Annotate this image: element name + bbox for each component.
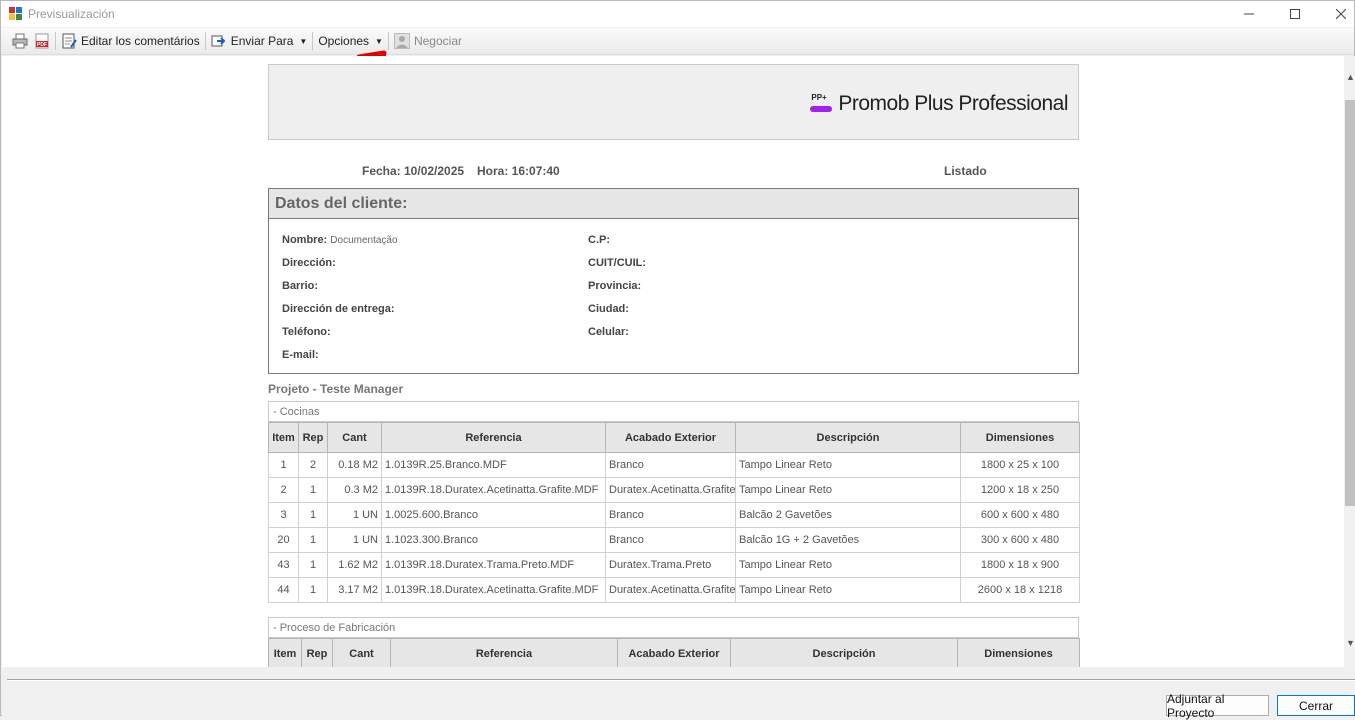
divider <box>7 679 1355 681</box>
preview-window: Previsualización PDF Editar los comentár… <box>0 0 1355 720</box>
promob-logo-icon: PP+ <box>810 93 834 115</box>
scroll-up-icon[interactable]: ▲ <box>1346 72 1355 82</box>
edit-comments-button[interactable]: Editar los comentários <box>58 30 203 52</box>
table-header-row: Item Rep Cant Referencia Acabado Exterio… <box>268 638 1080 667</box>
toolbar-separator <box>55 32 56 50</box>
minimize-icon <box>1244 13 1254 15</box>
column-header: Rep <box>298 422 328 453</box>
table-row: 44 1 3.17 M2 1.0139R.18.Duratex.Acetinatta.… <box>268 577 1080 603</box>
column-header: Referencia <box>390 638 618 667</box>
edit-comments-label: Editar los comentários <box>81 34 200 48</box>
section-title: - Proceso de Fabricación <box>268 617 1079 638</box>
column-header: Acabado Exterior <box>617 638 731 667</box>
field-barrio: Barrio: <box>282 280 319 292</box>
column-header: Cant <box>327 422 382 453</box>
chevron-down-icon: ▼ <box>299 36 308 46</box>
report-type: Listado <box>944 164 987 178</box>
brand-name: Promob Plus Professional <box>838 92 1068 115</box>
toolbar-separator <box>204 32 206 50</box>
field-nombre: Nombre: Documentação <box>282 234 398 246</box>
field-cp: C.P: <box>588 234 610 246</box>
toolbar-separator <box>312 32 314 50</box>
table-row: 43 1 1.62 M2 1.0139R.18.Duratex.Trama.Preto… <box>268 552 1080 578</box>
column-header: Item <box>268 638 302 667</box>
maximize-button[interactable] <box>1272 1 1318 27</box>
field-provincia: Provincia: <box>588 280 642 292</box>
table-row: 311 UN 1.0025.600.Branco Branco Balcão 2 Ga… <box>268 502 1080 528</box>
scrollbar-thumb[interactable] <box>1345 100 1355 506</box>
column-header: Dimensiones <box>960 422 1080 453</box>
edit-document-icon <box>62 33 77 49</box>
maximize-icon <box>1290 9 1300 19</box>
send-to-dropdown[interactable]: Enviar Para ▼ <box>208 30 311 52</box>
column-header: Cant <box>332 638 391 667</box>
negotiate-label: Negociar <box>413 34 462 48</box>
user-icon <box>393 33 410 49</box>
client-section-title: Datos del cliente: <box>269 189 1078 219</box>
preview-area[interactable]: PP+ Promob Plus Professional Fecha: 10/0… <box>2 56 1344 667</box>
client-data-box: Datos del cliente: Nombre: Documentação … <box>268 188 1079 374</box>
section-title: - Cocinas <box>268 401 1079 422</box>
report-date: Fecha: 10/02/2025 <box>362 164 465 178</box>
window-title: Previsualización <box>28 7 115 21</box>
items-table: Item Rep Cant Referencia Acabado Exterio… <box>268 422 1080 603</box>
column-header: Acabado Exterior <box>605 422 736 453</box>
field-ciudad: Ciudad: <box>588 303 629 315</box>
bottom-bar: Adjuntar al Proyecto Cerrar <box>2 667 1355 720</box>
report-header: PP+ Promob Plus Professional <box>268 64 1079 140</box>
table-row: 2 1 0.3 M2 1.0139R.18.Duratex.Acetinatta.Gr… <box>268 477 1080 503</box>
title-bar: Previsualización <box>1 1 1354 27</box>
close-window-button[interactable] <box>1318 1 1355 27</box>
column-header: Descripción <box>730 638 958 667</box>
field-direccion-entrega: Dirección de entrega: <box>282 303 395 315</box>
adjust-to-project-button[interactable]: Adjuntar al Proyecto <box>1166 692 1269 720</box>
pdf-icon: PDF <box>35 33 49 49</box>
app-icon <box>9 7 22 20</box>
vertical-scrollbar[interactable]: ▲ ▼ <box>1344 56 1355 667</box>
pdf-button[interactable]: PDF <box>31 30 53 52</box>
column-header: Descripción <box>735 422 961 453</box>
print-button[interactable] <box>9 30 31 52</box>
close-icon <box>1336 9 1346 19</box>
project-title: Projeto - Teste Manager <box>268 382 404 396</box>
field-cuit: CUIT/CUIL: <box>588 257 647 269</box>
toolbar: PDF Editar los comentários Enviar Para ▼ <box>1 28 1354 55</box>
section-cocinas: - Cocinas Item Rep Cant Referencia Acaba… <box>268 401 1080 603</box>
negotiate-button[interactable]: Negociar <box>391 30 465 52</box>
table-row: 1 2 0.18 M2 1.0139R.25.Branco.MDF Branco Tamp… <box>268 452 1080 478</box>
column-header: Item <box>268 422 299 453</box>
items-table: Item Rep Cant Referencia Acabado Exterio… <box>268 638 1080 667</box>
send-icon <box>211 35 226 47</box>
send-to-label: Enviar Para <box>230 34 294 48</box>
column-header: Rep <box>301 638 333 667</box>
field-celular: Celular: <box>588 326 629 338</box>
close-button[interactable]: Cerrar <box>1277 695 1355 716</box>
column-header: Referencia <box>381 422 606 453</box>
scroll-down-icon[interactable]: ▼ <box>1346 638 1355 648</box>
field-email: E-mail: <box>282 349 319 361</box>
column-header: Dimensiones <box>957 638 1080 667</box>
brand-logo: PP+ Promob Plus Professional <box>810 92 1068 116</box>
report-time: Hora: 16:07:40 <box>477 164 560 178</box>
field-nombre-value: Documentação <box>330 235 398 246</box>
svg-text:PDF: PDF <box>37 42 47 48</box>
field-telefono: Teléfono: <box>282 326 331 338</box>
table-header-row: Item Rep Cant Referencia Acabado Exterio… <box>268 422 1080 453</box>
printer-icon <box>12 33 28 49</box>
field-direccion: Dirección: <box>282 257 336 269</box>
minimize-button[interactable] <box>1226 1 1272 27</box>
section-proceso-fabricacion: - Proceso de Fabricación Item Rep Cant R… <box>268 617 1080 667</box>
table-row: 20 1 1 UN 1.1023.300.Branco Branco Balcão 1G … <box>268 527 1080 553</box>
